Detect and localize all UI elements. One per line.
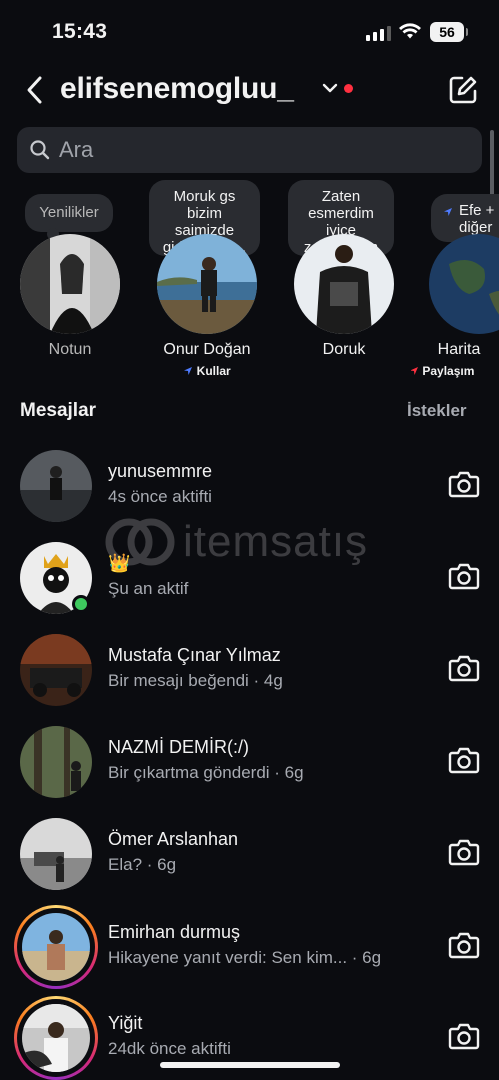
conversation-row[interactable]: Emirhan durmuş Hikayene yanıt verdi: Sen… [0,904,499,989]
note-onur[interactable]: Moruk gs bizim saimizde gidiyonız ş... O… [137,180,277,390]
location-arrow-icon [184,367,193,375]
avatar [294,234,394,334]
note-bubble: Yenilikler [25,194,113,240]
note-name: Notun [48,341,92,358]
conversation-name: yunusemmre [108,461,213,481]
search-bar[interactable] [17,127,482,173]
location-arrow-icon [444,208,452,216]
note-sub-text: Paylaşım [422,364,475,378]
plane-icon [411,367,418,375]
note-name: Onur Doğan [163,341,251,358]
note-map[interactable]: Efe + diğer Harita Paylaşım [411,180,499,390]
camera-icon[interactable] [448,1022,480,1050]
conversation-name: Yiğit [108,1013,143,1033]
note-own[interactable]: Yenilikler Notun [0,180,140,390]
avatar [20,634,92,706]
conversation-row[interactable]: 👑 Şu an aktif [0,535,499,619]
avatar [20,450,92,522]
chevron-down-icon[interactable] [322,82,338,94]
messages-title: Mesajlar [20,400,97,421]
camera-icon[interactable] [448,931,480,959]
compose-icon[interactable] [447,74,479,106]
note-name: Doruk [322,341,366,358]
search-icon [30,140,50,160]
avatar [22,1004,90,1072]
status-time: 15:43 [52,20,108,43]
status-bar: 15:43 56 [0,0,499,62]
conversation-status: Şu an aktif [108,579,189,598]
conversation-row[interactable]: yunusemmre 4s önce aktifti [0,443,499,527]
conversation-status: Hikayene yanıt verdi: Sen kim... · 6g [108,948,382,967]
avatar [20,726,92,798]
note-name: Harita [437,341,481,358]
avatar [20,818,92,890]
conversation-name: Emirhan durmuş [108,922,241,942]
camera-icon[interactable] [448,470,480,498]
camera-icon[interactable] [448,746,480,774]
conversation-status: 24dk önce aktifti [108,1039,231,1058]
inbox-header: elifsenemogluu_ [0,66,499,116]
signal-icon [366,25,391,41]
note-location-label: Paylaşım [411,364,499,378]
requests-link[interactable]: İstekler [407,401,467,421]
conversation-status: 4s önce aktifti [108,487,212,506]
avatar [20,234,120,334]
conversation-name: Ömer Arslanhan [108,829,239,849]
conversation-name: Mustafa Çınar Yılmaz [108,645,281,665]
battery-indicator: 56 [430,22,468,42]
camera-icon[interactable] [448,838,480,866]
conversation-status: Bir mesajı beğendi · 4g [108,671,283,690]
conversation-status: Bir çıkartma gönderdi · 6g [108,763,304,782]
avatar [157,234,257,334]
home-indicator[interactable] [160,1062,340,1068]
wifi-icon [399,23,421,39]
map-thumbnail [429,234,499,334]
account-username[interactable]: elifsenemogluu_ [60,72,294,106]
conversation-row[interactable]: NAZMİ DEMİR(:/) Bir çıkartma gönderdi · … [0,719,499,803]
avatar [22,913,90,981]
notification-dot [344,84,353,93]
note-sub-text: Kullar [196,364,231,378]
conversation-name: NAZMİ DEMİR(:/) [108,737,249,757]
conversation-row[interactable]: Ömer Arslanhan Ela? · 6g [0,811,499,895]
conversation-row[interactable]: Mustafa Çınar Yılmaz Bir mesajı beğendi … [0,627,499,711]
camera-icon[interactable] [448,562,480,590]
conversation-status: Ela? · 6g [108,855,177,874]
note-doruk[interactable]: Zaten esmerdim iyice zencileştim Doruk [274,180,414,390]
conversation-name: 👑 [108,553,131,573]
online-indicator [72,595,90,613]
note-location-label: Kullar [137,364,277,378]
camera-icon[interactable] [448,654,480,682]
back-arrow-icon[interactable] [22,74,50,106]
search-input[interactable] [59,127,459,173]
